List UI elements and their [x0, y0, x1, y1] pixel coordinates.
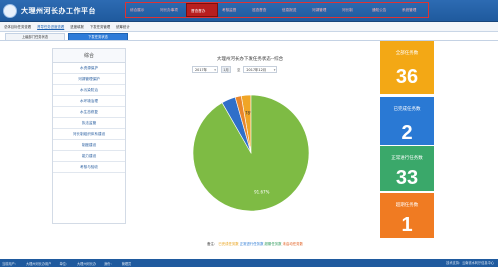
top-nav-item[interactable]: 综合展示: [126, 3, 156, 17]
legend-note: 备注： 已完成任务数 正常进行任务数 超期任务数 未启动任务数: [207, 242, 303, 246]
sub-nav-item[interactable]: 进度填报: [70, 24, 84, 29]
tab-bar: 上级部门任务状态 下发任务状态: [0, 33, 498, 41]
to-month-select[interactable]: 2017年12月 ▾: [243, 65, 278, 73]
sub-nav-item[interactable]: 总体目标任务查看: [4, 24, 31, 29]
sub-nav-item[interactable]: 督导任务进度查看: [37, 24, 64, 29]
top-nav: 综合展示 河长办事项 督查督办 考核监督 巡查督查 信息报送 河湖管理 河长制 通知公告 系统管理: [125, 2, 429, 18]
card-value: 1: [401, 214, 413, 236]
range-separator: 至: [237, 67, 241, 72]
sidebar-title: 综合: [53, 49, 125, 63]
card-label: 超期任务数: [395, 203, 419, 208]
legend-item: 超期任务数: [264, 242, 282, 246]
ongoing-tasks-card[interactable]: 正常进行任务数 33: [380, 146, 434, 191]
pie-data-label: 91.67%: [254, 189, 269, 194]
sidebar-item[interactable]: 制度建设: [53, 140, 125, 151]
top-nav-item[interactable]: 系统管理: [398, 3, 428, 17]
footer-support: 技术支持：云南省水利厅信息中心: [446, 261, 494, 265]
top-nav-item[interactable]: 通知公告: [368, 3, 398, 17]
sub-nav: 总体目标任务查看 督导任务进度查看 进度填报 下发任务管理 统筹统计: [0, 22, 498, 32]
legend-item: 已完成任务数: [218, 242, 239, 246]
chevron-down-icon: ▾: [273, 67, 276, 72]
overdue-tasks-card[interactable]: 超期任务数 1: [380, 193, 434, 238]
tab[interactable]: 下发任务状态: [68, 33, 128, 40]
date-range-controls: 2017年 ▾ 1月 至 2017年12月 ▾: [192, 65, 278, 73]
tab[interactable]: 上级部门任务状态: [5, 33, 65, 40]
card-label: 全部任务数: [395, 51, 419, 56]
pie-chart: 2.78%91.67%: [192, 94, 310, 212]
card-value: 36: [395, 66, 419, 88]
sidebar-item[interactable]: 水资源保护: [53, 63, 125, 74]
sidebar-item[interactable]: 考核与验收: [53, 162, 125, 173]
top-nav-item[interactable]: 河长制: [338, 3, 368, 17]
app-window: 大理州河长办工作平台 综合展示 河长办事项 督查督办 考核监督 巡查督查 信息报送 河湖管理…: [0, 0, 498, 267]
header: 大理州河长办工作平台 综合展示 河长办事项 督查督办 考核监督 巡查督查 信息报送 河湖管理…: [0, 0, 498, 22]
legend-item: 正常进行任务数: [239, 242, 264, 246]
category-sidebar: 综合 水资源保护 河湖管理保护 水污染防治 水环境治理 水生态修复 执法监管 河长制组织体系…: [52, 48, 126, 224]
total-tasks-card[interactable]: 全部任务数 36: [380, 41, 434, 94]
footer-item: 大理州河长办用户: [25, 261, 52, 266]
logo-icon: [3, 4, 17, 18]
footer-item: 大理州河长办: [77, 261, 97, 266]
card-value: 2: [401, 122, 413, 144]
top-nav-item[interactable]: 河长办事项: [156, 3, 186, 17]
sidebar-item[interactable]: 执法监管: [53, 118, 125, 129]
app-title: 大理州河长办工作平台: [21, 7, 96, 15]
card-label: 已完成任务数: [393, 107, 421, 112]
from-month-button[interactable]: 1月: [221, 65, 231, 73]
completed-tasks-card[interactable]: 已完成任务数 2: [380, 97, 434, 145]
footer-item: 身份：: [104, 261, 114, 266]
sub-nav-item[interactable]: 统筹统计: [116, 24, 130, 29]
from-year-select[interactable]: 2017年 ▾: [192, 65, 218, 73]
sidebar-item[interactable]: 河湖管理保护: [53, 74, 125, 85]
top-nav-item[interactable]: 督查督办: [186, 3, 218, 17]
top-nav-item[interactable]: 巡查督查: [248, 3, 278, 17]
status-footer: 技术支持：云南省水利厅信息中心 当前用户： 大理州河长办用户 单位： 大理州河长办 身份：…: [0, 259, 498, 267]
chevron-down-icon: ▾: [214, 67, 216, 72]
sidebar-item[interactable]: 水污染防治: [53, 85, 125, 96]
card-value: 33: [395, 167, 419, 189]
sub-nav-item[interactable]: 下发任务管理: [90, 24, 110, 29]
sidebar-item[interactable]: 河长制组织体系建设: [53, 129, 125, 140]
top-nav-item[interactable]: 河湖管理: [308, 3, 338, 17]
legend-item: 未启动任务数: [282, 242, 303, 246]
chart-title: 大理州河长办下发任务状态--综合: [216, 57, 284, 62]
footer-item: 当前用户：: [2, 261, 18, 266]
footer-item: 管理员: [121, 261, 132, 266]
top-nav-item[interactable]: 信息报送: [278, 3, 308, 17]
top-nav-item[interactable]: 考核监督: [218, 3, 248, 17]
sidebar-item[interactable]: 水生态修复: [53, 107, 125, 118]
footer-item: 单位：: [59, 261, 69, 266]
sidebar-item[interactable]: 水环境治理: [53, 96, 125, 107]
sidebar-item[interactable]: 能力建设: [53, 151, 125, 162]
card-label: 正常进行任务数: [391, 156, 423, 161]
brand: 大理州河长办工作平台: [3, 3, 96, 19]
chart-panel: 大理州河长办下发任务状态--综合 2017年 ▾ 1月 至 2017年12月 ▾…: [130, 48, 370, 234]
